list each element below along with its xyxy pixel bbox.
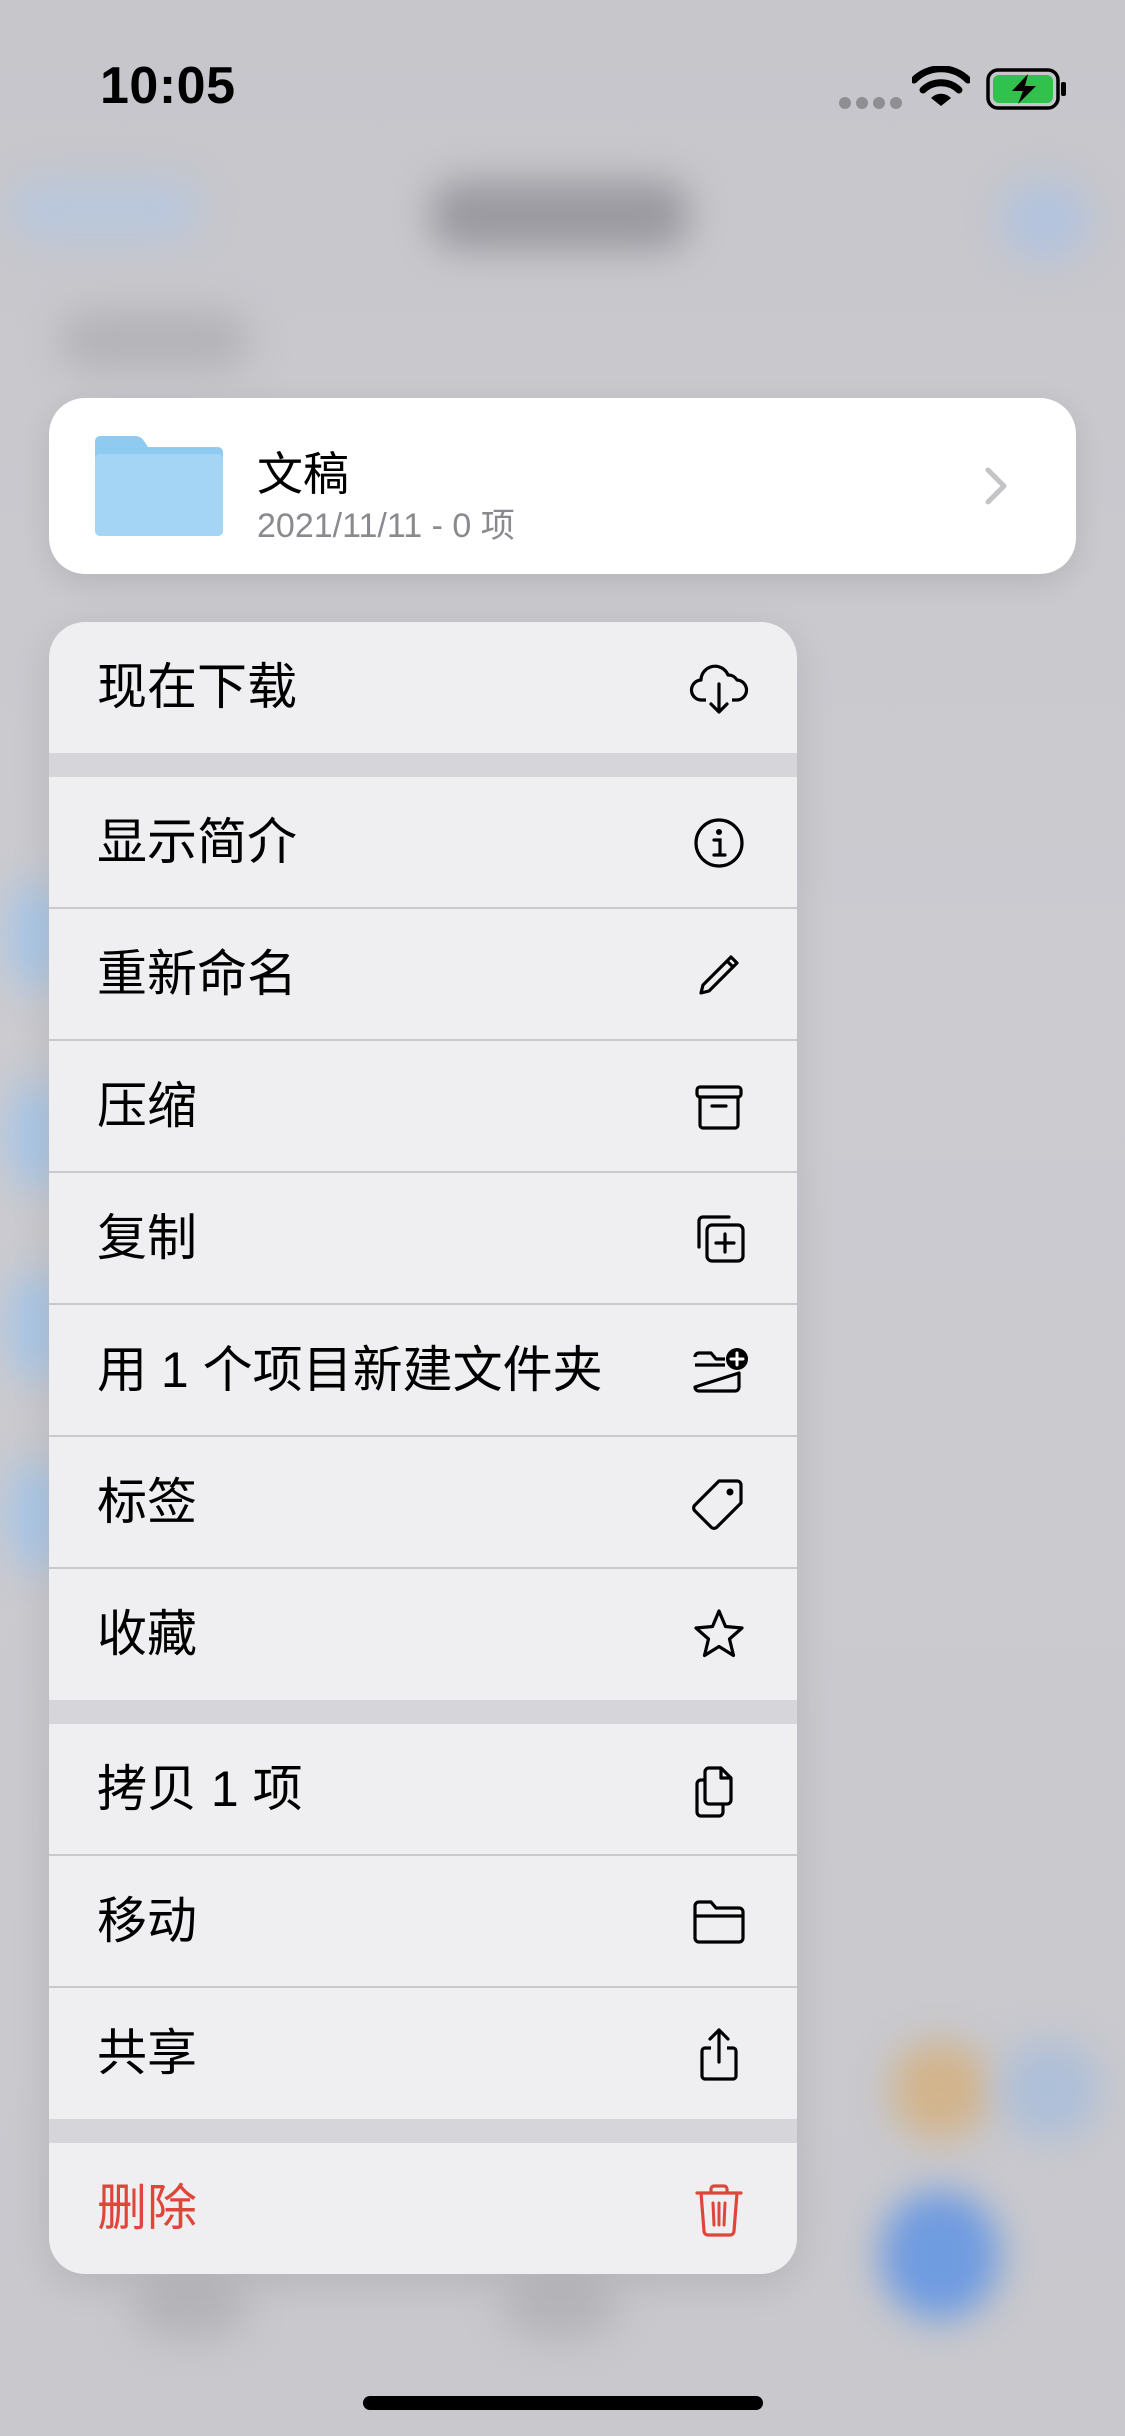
blurred-footer-2 [500, 2280, 620, 2340]
share-icon [700, 2028, 738, 2081]
menu-item-label: 用 1 个项目新建文件夹 [97, 1342, 603, 1398]
blurred-tab-1 [890, 2040, 990, 2140]
menu-item-tags[interactable]: 标签 [49, 1437, 797, 1568]
menu-item-download-now[interactable]: 现在下载 [49, 622, 797, 753]
info-icon [694, 818, 744, 868]
menu-item-compress[interactable]: 压缩 [49, 1041, 797, 1172]
copy-docs-icon [695, 1766, 733, 1818]
menu-item-delete[interactable]: 删除 [49, 2143, 797, 2274]
menu-item-move[interactable]: 移动 [49, 1856, 797, 1987]
folder-badge-plus-icon [693, 1348, 748, 1393]
duplicate-icon [697, 1215, 745, 1263]
menu-group-separator [49, 2119, 797, 2143]
status-bar: 10:05 [0, 0, 1125, 140]
folder-icon [693, 1900, 745, 1944]
blurred-footer-1 [130, 2280, 250, 2340]
menu-item-label: 拷贝 1 项 [97, 1761, 303, 1817]
menu-item-label: 共享 [97, 2025, 197, 2081]
chevron-right-icon[interactable] [984, 466, 1008, 506]
folder-icon [95, 436, 223, 536]
menu-item-label: 显示简介 [97, 814, 297, 870]
pencil-icon [699, 955, 739, 995]
menu-item-share[interactable]: 共享 [49, 1988, 797, 2119]
battery-charging-icon [986, 68, 1066, 110]
menu-item-label: 复制 [97, 1210, 197, 1266]
menu-item-label: 移动 [97, 1893, 197, 1949]
menu-item-label: 收藏 [97, 1606, 197, 1662]
menu-item-label: 标签 [97, 1474, 197, 1530]
menu-item-get-info[interactable]: 显示简介 [49, 777, 797, 908]
folder-name: 文稿 [257, 448, 349, 500]
menu-item-label: 重新命名 [97, 946, 297, 1002]
star-icon [694, 1609, 744, 1658]
menu-group-separator [49, 753, 797, 777]
cloud-download-icon [689, 664, 749, 714]
blurred-tab-2 [1000, 2040, 1100, 2140]
context-menu: 现在下载 显示简介 重新命名 压缩 复制 用 1 个项目新建文件夹 标签 收藏 … [49, 622, 797, 2274]
blurred-header [60, 310, 250, 370]
menu-item-new-folder-with-item[interactable]: 用 1 个项目新建文件夹 [49, 1305, 797, 1436]
menu-item-label: 删除 [97, 2180, 197, 2236]
menu-item-copy[interactable]: 拷贝 1 项 [49, 1724, 797, 1855]
folder-meta: 2021/11/11 - 0 项 [257, 507, 515, 545]
blurred-nav-title [430, 180, 690, 250]
cellular-signal-icon [839, 97, 902, 109]
tag-icon [692, 1479, 743, 1530]
menu-item-label: 压缩 [97, 1078, 197, 1134]
home-indicator[interactable] [363, 2396, 763, 2410]
wifi-icon [912, 66, 970, 106]
menu-group-separator [49, 1700, 797, 1724]
menu-item-favorite[interactable]: 收藏 [49, 1569, 797, 1700]
status-time: 10:05 [100, 57, 236, 115]
trash-icon [695, 2184, 743, 2237]
blurred-fab [880, 2190, 1000, 2320]
menu-item-label: 现在下载 [97, 659, 297, 715]
blurred-nav-left [10, 180, 200, 240]
archive-box-icon [695, 1085, 743, 1130]
menu-item-duplicate[interactable]: 复制 [49, 1173, 797, 1304]
folder-preview-card[interactable]: 文稿 2021/11/11 - 0 项 [49, 398, 1076, 574]
menu-item-rename[interactable]: 重新命名 [49, 909, 797, 1040]
blurred-nav-right [1000, 180, 1090, 260]
